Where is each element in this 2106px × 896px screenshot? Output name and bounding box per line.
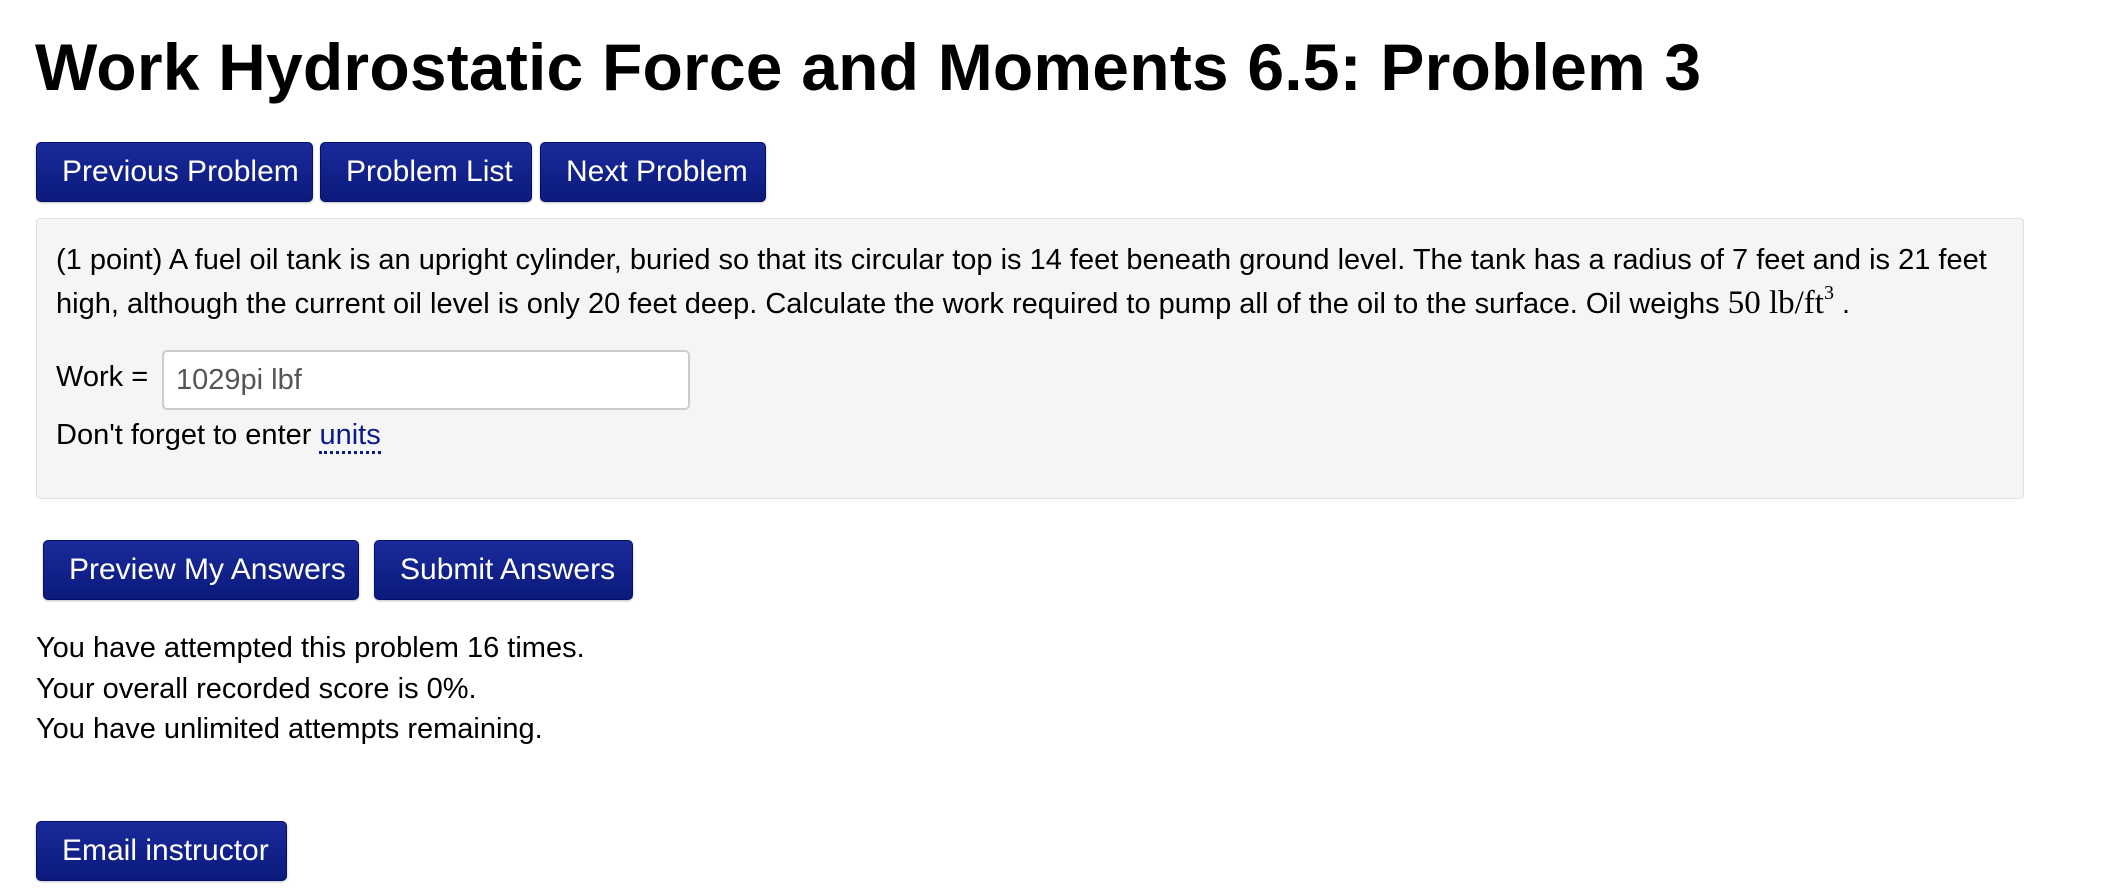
oil-weight-math: 50 lb/ft3 — [1727, 282, 1834, 321]
work-answer-input[interactable] — [162, 350, 690, 410]
problem-text-end: . — [1842, 288, 1851, 320]
units-link[interactable]: units — [319, 419, 381, 454]
units-hint: Don't forget to enter units — [56, 413, 381, 457]
problem-list-button[interactable]: Problem List — [320, 142, 532, 202]
preview-answers-button[interactable]: Preview My Answers — [43, 540, 359, 600]
previous-problem-button[interactable]: Previous Problem — [36, 142, 313, 202]
attempts-count-text: You have attempted this problem 16 times… — [36, 632, 585, 664]
page-title: Work Hydrostatic Force and Moments 6.5: … — [35, 30, 1702, 104]
oil-weight-value: 50 lb/ft — [1727, 285, 1824, 321]
units-hint-text: Don't forget to enter — [56, 419, 320, 451]
attempts-remaining-text: You have unlimited attempts remaining. — [36, 713, 543, 745]
problem-panel: (1 point) A fuel oil tank is an upright … — [36, 218, 2024, 499]
score-text: Your overall recorded score is 0%. — [36, 672, 477, 705]
problem-text: (1 point) A fuel oil tank is an upright … — [56, 244, 1987, 320]
problem-statement: (1 point) A fuel oil tank is an upright … — [56, 239, 2006, 326]
page: Work Hydrostatic Force and Moments 6.5: … — [0, 0, 2106, 896]
work-label: Work = — [56, 361, 149, 393]
submit-answers-button[interactable]: Submit Answers — [374, 540, 633, 600]
next-problem-button[interactable]: Next Problem — [540, 142, 766, 202]
oil-weight-exponent: 3 — [1823, 282, 1834, 304]
attempt-status: You have attempted this problem 16 times… — [36, 628, 585, 750]
email-instructor-button[interactable]: Email instructor — [36, 821, 287, 881]
